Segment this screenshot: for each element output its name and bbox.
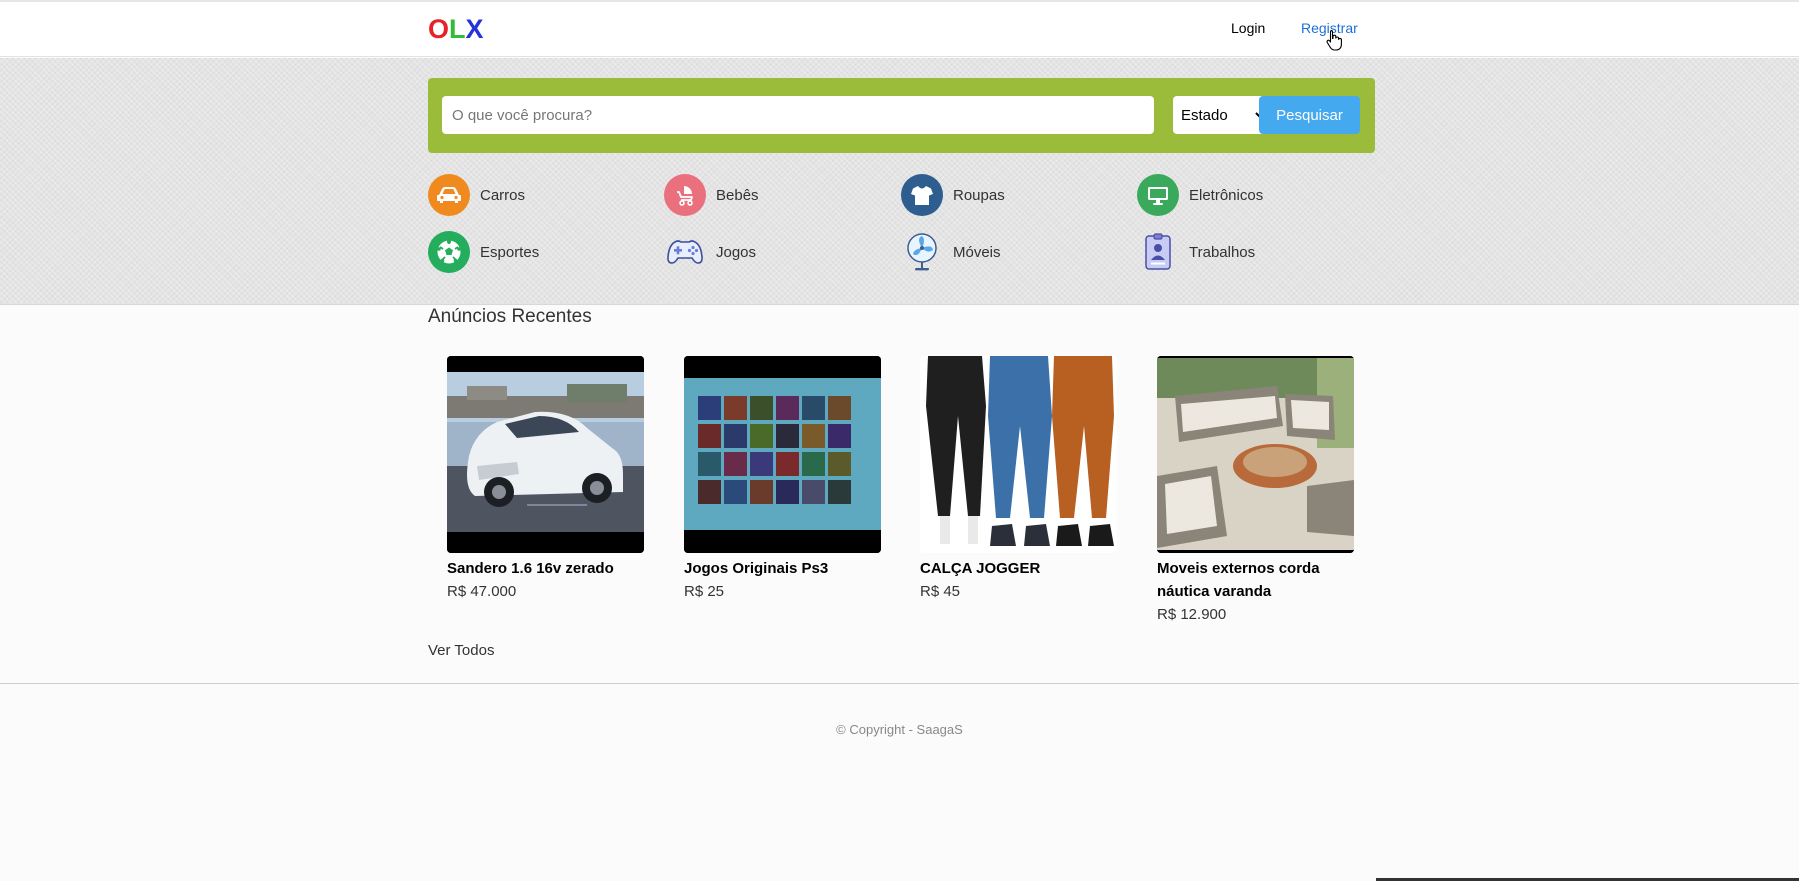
recent-ads-title: Anúncios Recentes bbox=[428, 306, 592, 327]
gamepad-icon bbox=[664, 231, 706, 273]
id-badge-icon bbox=[1137, 231, 1179, 273]
ad-image-games bbox=[684, 356, 881, 553]
ad-card[interactable]: CALÇA JOGGER R$ 45 bbox=[920, 356, 1117, 603]
stroller-icon bbox=[664, 174, 706, 216]
category-label: Carros bbox=[480, 186, 526, 204]
category-eletronicos[interactable]: Eletrônicos bbox=[1137, 174, 1263, 216]
category-label: Roupas bbox=[953, 186, 1005, 204]
ad-image-furniture bbox=[1157, 356, 1354, 553]
ad-card[interactable]: Moveis externos corda náutica varanda R$… bbox=[1157, 356, 1354, 626]
search-input[interactable] bbox=[442, 96, 1154, 134]
logo-letter-o: O bbox=[428, 14, 450, 44]
category-trabalhos[interactable]: Trabalhos bbox=[1137, 231, 1255, 273]
category-bebes[interactable]: Bebês bbox=[664, 174, 759, 216]
ad-title: Jogos Originais Ps3 bbox=[684, 560, 829, 577]
fan-icon bbox=[901, 231, 943, 273]
ad-price: R$ 47.000 bbox=[447, 583, 517, 600]
soccer-ball-icon bbox=[428, 231, 470, 273]
ad-price: R$ 25 bbox=[684, 583, 725, 600]
category-roupas[interactable]: Roupas bbox=[901, 174, 1005, 216]
logo-letter-x: X bbox=[465, 14, 484, 44]
ad-title: CALÇA JOGGER bbox=[920, 560, 1041, 577]
ad-image-pants bbox=[920, 356, 1117, 553]
ad-title: Sandero 1.6 16v zerado bbox=[447, 560, 614, 577]
search-button[interactable]: Pesquisar bbox=[1259, 96, 1360, 134]
car-icon bbox=[428, 174, 470, 216]
search-area: Estado Pesquisar Carros Bebês bbox=[0, 58, 1799, 305]
see-all-link[interactable]: Ver Todos bbox=[428, 642, 494, 659]
footer: © Copyright - SaagaS bbox=[0, 683, 1799, 881]
logo-letter-l: L bbox=[449, 14, 466, 44]
copyright-text: © Copyright - SaagaS bbox=[836, 722, 963, 737]
category-label: Bebês bbox=[716, 186, 759, 204]
olx-logo[interactable]: OLX bbox=[428, 14, 484, 45]
ad-image-car bbox=[447, 356, 644, 553]
category-carros[interactable]: Carros bbox=[428, 174, 525, 216]
ad-price: R$ 45 bbox=[920, 583, 961, 600]
header: OLX Login Registrar bbox=[0, 0, 1799, 57]
shirt-icon bbox=[901, 174, 943, 216]
category-jogos[interactable]: Jogos bbox=[664, 231, 756, 273]
ad-card[interactable]: Jogos Originais Ps3 R$ 25 bbox=[684, 356, 881, 603]
hand-cursor-icon bbox=[1326, 29, 1342, 51]
state-select[interactable]: Estado bbox=[1173, 96, 1268, 134]
category-label: Eletrônicos bbox=[1189, 186, 1264, 204]
category-label: Trabalhos bbox=[1189, 243, 1256, 261]
ad-card[interactable]: Sandero 1.6 16v zerado R$ 47.000 bbox=[447, 356, 644, 603]
login-link[interactable]: Login bbox=[1231, 20, 1265, 36]
search-box: Estado Pesquisar bbox=[428, 78, 1375, 153]
ad-price: R$ 12.900 bbox=[1157, 606, 1227, 623]
category-label: Esportes bbox=[480, 243, 540, 261]
category-label: Móveis bbox=[953, 243, 1001, 261]
category-moveis[interactable]: Móveis bbox=[901, 231, 1001, 273]
category-esportes[interactable]: Esportes bbox=[428, 231, 539, 273]
monitor-icon bbox=[1137, 174, 1179, 216]
ad-title: Moveis externos corda náutica varanda bbox=[1157, 560, 1320, 600]
category-label: Jogos bbox=[716, 243, 757, 261]
